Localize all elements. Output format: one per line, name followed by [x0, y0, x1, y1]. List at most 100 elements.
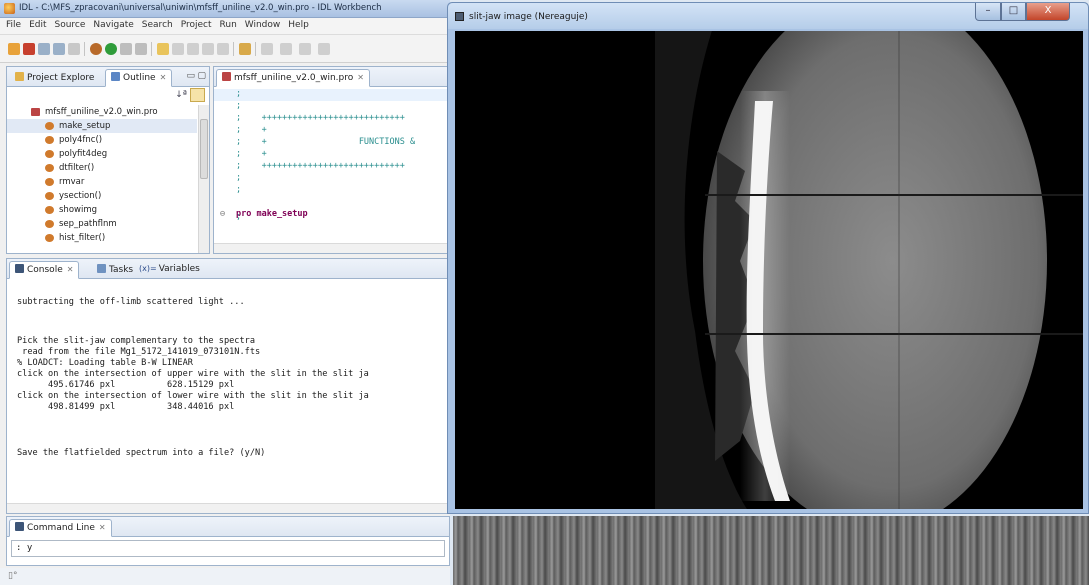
console-line: read from the file Mg1_5172_141019_07310… — [17, 347, 261, 357]
menu-navigate[interactable]: Navigate — [89, 18, 137, 30]
next-annotation-icon[interactable] — [261, 43, 273, 55]
print-icon[interactable] — [68, 43, 80, 55]
command-value: y — [26, 543, 33, 553]
outline-item[interactable]: rmvar — [7, 175, 197, 189]
code-line: ; — [236, 212, 242, 222]
forward-icon[interactable] — [318, 43, 330, 55]
outline-toolbar: ↓ª — [7, 87, 209, 105]
maximize-panel-icon[interactable]: ▢ — [197, 71, 206, 81]
back-icon[interactable] — [299, 43, 311, 55]
function-icon — [45, 192, 54, 200]
outline-item[interactable]: hist_filter() — [7, 231, 197, 245]
console-icon — [15, 264, 24, 273]
minimize-button[interactable]: – — [975, 3, 1001, 21]
console-line: 498.81499 pxl 348.44016 pxl — [17, 402, 235, 412]
toolbar-separator — [84, 42, 85, 56]
procedure-icon — [45, 178, 54, 186]
tab-project-explorer[interactable]: Project Explore — [9, 69, 100, 87]
slit-jaw-title: slit-jaw image (Nereaguje) — [469, 12, 588, 22]
tab-variables[interactable]: (x)= Variables — [133, 261, 206, 279]
outline-scrollbar[interactable] — [198, 105, 209, 253]
ide-title-bar[interactable]: IDL - C:\MFS_zpracovani\universal\uniwin… — [0, 0, 450, 18]
menu-bar: File Edit Source Navigate Search Project Run Wi… — [0, 18, 450, 35]
save-all-icon[interactable] — [53, 43, 65, 55]
scroll-thumb[interactable] — [200, 119, 208, 179]
slit-jaw-image[interactable] — [455, 31, 1083, 509]
close-icon[interactable]: ✕ — [67, 265, 74, 274]
editor-hscrollbar[interactable] — [214, 243, 449, 253]
menu-edit[interactable]: Edit — [25, 18, 50, 30]
prev-annotation-icon[interactable] — [280, 43, 292, 55]
outline-item[interactable]: polyfit4deg — [7, 147, 197, 161]
command-input[interactable]: : y — [11, 540, 445, 557]
spectrum-image — [453, 516, 1089, 585]
menu-search[interactable]: Search — [138, 18, 177, 30]
status-bar: ▯° — [0, 568, 450, 585]
ide-title: IDL - C:\MFS_zpracovani\universal\uniwin… — [19, 3, 382, 13]
editor-tabbar: mfsff_uniline_v2.0_win.pro ✕ — [214, 67, 449, 87]
sort-icon[interactable]: ↓ª — [175, 90, 187, 100]
close-icon[interactable]: ✕ — [357, 73, 364, 82]
console-line: subtracting the off-limb scattered light… — [17, 297, 245, 307]
code-line: ; — [214, 89, 449, 101]
step-over-icon[interactable] — [172, 43, 184, 55]
variables-icon: (x)= — [139, 264, 157, 273]
console-output[interactable]: subtracting the off-limb scattered light… — [7, 280, 449, 503]
menu-project[interactable]: Project — [177, 18, 216, 30]
menu-file[interactable]: File — [0, 18, 25, 30]
step-into-icon[interactable] — [157, 43, 169, 55]
close-button[interactable]: X — [1026, 3, 1070, 21]
console-line: 495.61746 pxl 628.15129 pxl — [17, 380, 235, 390]
solar-disk-image — [455, 31, 1083, 509]
clear-icon[interactable] — [202, 43, 214, 55]
profiler-icon[interactable] — [217, 43, 229, 55]
open-icon[interactable] — [23, 43, 35, 55]
code-line: ; ++++++++++++++++++++++++++++ — [236, 161, 405, 171]
minimize-panel-icon[interactable]: ▭ — [186, 71, 195, 81]
outline-item[interactable]: showimg — [7, 203, 197, 217]
console-line: Pick the slit-jaw complementary to the s… — [17, 336, 255, 346]
command-prompt: : — [16, 543, 22, 553]
outline-item[interactable]: make_setup — [7, 119, 197, 133]
outline-item[interactable]: sep_pathflnm — [7, 217, 197, 231]
run-icon[interactable] — [105, 43, 117, 55]
code-line: ; — [236, 173, 242, 183]
menu-run[interactable]: Run — [216, 18, 241, 30]
tab-outline[interactable]: Outline ✕ — [105, 69, 173, 87]
code-line: ; ++++++++++++++++++++++++++++ — [236, 113, 405, 123]
tab-editor-file[interactable]: mfsff_uniline_v2.0_win.pro ✕ — [216, 69, 370, 87]
close-icon[interactable]: ✕ — [160, 73, 167, 82]
tab-command-line[interactable]: Command Line ✕ — [9, 519, 112, 537]
menu-window[interactable]: Window — [241, 18, 285, 30]
save-icon[interactable] — [38, 43, 50, 55]
outline-file-node[interactable]: mfsff_uniline_v2.0_win.pro — [7, 105, 197, 119]
command-tabbar: Command Line ✕ — [7, 517, 449, 537]
toolbar-separator — [233, 42, 234, 56]
command-line-panel: Command Line ✕ : y — [6, 516, 450, 566]
editor-panel: mfsff_uniline_v2.0_win.pro ✕ ; ; ; ++++++… — [213, 66, 450, 254]
close-icon[interactable]: ✕ — [99, 523, 106, 532]
outline-item[interactable]: ysection() — [7, 189, 197, 203]
code-editor[interactable]: ; ; ; ++++++++++++++++++++++++++++ ; + ;… — [214, 87, 449, 243]
function-icon — [45, 164, 54, 172]
tab-console[interactable]: Console ✕ — [9, 261, 80, 279]
filter-icon[interactable] — [190, 88, 205, 102]
maximize-button[interactable]: □ — [1001, 3, 1026, 21]
compile-icon[interactable] — [90, 43, 102, 55]
menu-help[interactable]: Help — [284, 18, 313, 30]
step-return-icon[interactable] — [187, 43, 199, 55]
pencil-icon[interactable] — [239, 43, 251, 55]
console-hscrollbar[interactable] — [7, 503, 449, 513]
debug-icon[interactable] — [120, 43, 132, 55]
project-icon — [15, 72, 24, 81]
new-file-icon[interactable] — [8, 43, 20, 55]
outline-item[interactable]: dtfilter() — [7, 161, 197, 175]
toolbar — [0, 35, 450, 63]
menu-source[interactable]: Source — [51, 18, 90, 30]
window-icon — [455, 12, 464, 21]
code-line: ; — [236, 185, 242, 195]
reset-icon[interactable] — [135, 43, 147, 55]
tab-tasks[interactable]: Tasks — [91, 261, 139, 279]
procedure-icon — [45, 122, 54, 130]
outline-item[interactable]: poly4fnc() — [7, 133, 197, 147]
